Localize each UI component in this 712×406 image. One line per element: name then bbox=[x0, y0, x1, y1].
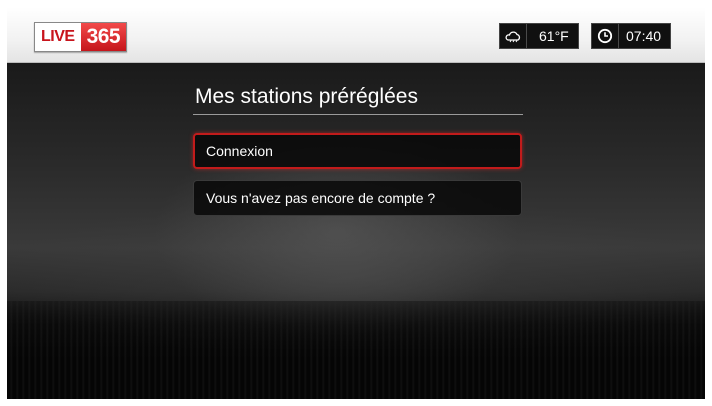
tv-screen: LIVE 365 61°F 07:40 Mes stations prérégl… bbox=[7, 7, 705, 399]
temperature-readout: 61°F bbox=[539, 28, 569, 44]
grass-silhouette bbox=[7, 301, 705, 399]
time-readout: 07:40 bbox=[626, 28, 662, 44]
weather-widget: 61°F bbox=[499, 23, 579, 49]
menu-item-connexion[interactable]: Connexion bbox=[193, 133, 522, 169]
logo-365-text: 365 bbox=[80, 23, 127, 51]
page-title: Mes stations préréglées bbox=[195, 85, 418, 108]
live365-logo: LIVE 365 bbox=[34, 22, 128, 52]
top-bar: LIVE 365 61°F 07:40 bbox=[7, 7, 705, 63]
menu-item-create-account[interactable]: Vous n'avez pas encore de compte ? bbox=[193, 180, 522, 216]
title-divider bbox=[193, 114, 523, 115]
clock-widget: 07:40 bbox=[591, 23, 672, 49]
logo-live-text: LIVE bbox=[35, 23, 81, 51]
weather-cloud-icon bbox=[500, 24, 527, 48]
clock-icon bbox=[592, 24, 619, 48]
